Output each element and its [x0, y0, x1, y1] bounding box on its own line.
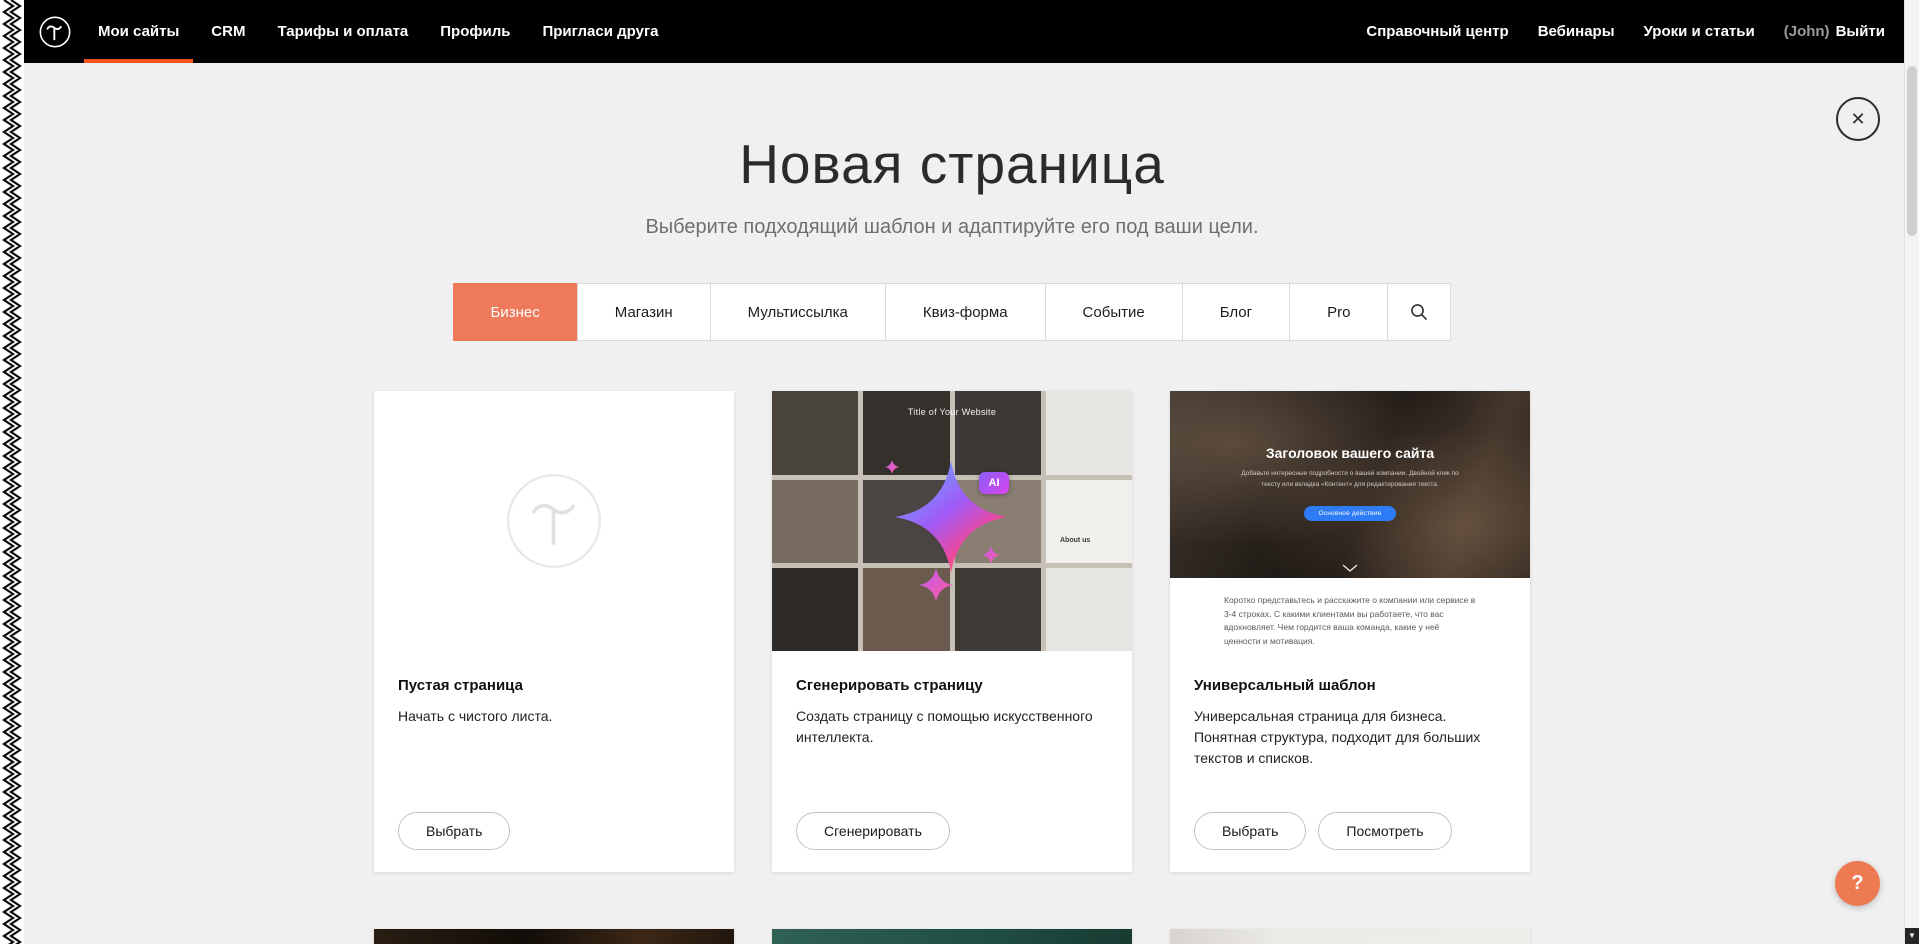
- new-page-dialog: ✕ Новая страница Выберите подходящий шаб…: [0, 63, 1904, 944]
- template-card-partial-2[interactable]: [772, 929, 1132, 944]
- card-title: Пустая страница: [398, 677, 710, 694]
- nav-item-invite-friend[interactable]: Пригласи друга: [542, 0, 658, 63]
- main-nav: Мои сайты CRM Тарифы и оплата Профиль Пр…: [98, 0, 659, 63]
- nav-item-tariffs[interactable]: Тарифы и оплата: [277, 0, 408, 63]
- template-card-partial-1[interactable]: [374, 929, 734, 944]
- tab-quiz-form[interactable]: Квиз-форма: [885, 283, 1046, 341]
- template-card-ai-generate[interactable]: Title of Your Website About us: [772, 391, 1132, 872]
- user-name-label: (John): [1784, 23, 1830, 40]
- card-description: Универсальная страница для бизнеса. Поня…: [1194, 706, 1506, 769]
- tab-search[interactable]: [1387, 283, 1451, 341]
- template-card-partial-3[interactable]: [1170, 929, 1530, 944]
- tilda-watermark-icon: [499, 466, 609, 576]
- preview-hero-section: Заголовок вашего сайта Добавьте интересн…: [1170, 391, 1530, 578]
- close-icon: ✕: [1850, 109, 1865, 130]
- page-title: Новая страница: [0, 133, 1904, 196]
- template-cards-row: Пустая страница Начать с чистого листа. …: [0, 391, 1904, 872]
- template-card-universal[interactable]: Заголовок вашего сайта Добавьте интересн…: [1170, 391, 1530, 872]
- scrollbar[interactable]: ▼: [1904, 0, 1919, 944]
- scrollbar-thumb[interactable]: [1907, 66, 1917, 236]
- zigzag-edge-decoration: [0, 0, 24, 944]
- chevron-down-icon: [1342, 564, 1358, 572]
- close-button[interactable]: ✕: [1836, 97, 1880, 141]
- card-description: Начать с чистого листа.: [398, 706, 710, 727]
- preview-body-text: Коротко представьтесь и расскажите о ком…: [1224, 594, 1476, 648]
- ai-sparkle-icon: [772, 391, 1132, 651]
- card-body: Пустая страница Начать с чистого листа. …: [374, 651, 734, 872]
- card-description: Создать страницу с помощью искусственног…: [796, 706, 1108, 748]
- preview-universal-button[interactable]: Посмотреть: [1318, 812, 1451, 850]
- template-cards-row-2: [0, 929, 1904, 944]
- search-icon: [1410, 303, 1428, 321]
- tab-blog[interactable]: Блог: [1182, 283, 1290, 341]
- user-logout[interactable]: (John) Выйти: [1784, 0, 1885, 63]
- secondary-nav: Справочный центр Вебинары Уроки и статьи…: [1366, 0, 1885, 63]
- tab-pro[interactable]: Pro: [1289, 283, 1388, 341]
- preview-hero-title: Заголовок вашего сайта: [1266, 445, 1434, 461]
- page-subtitle: Выберите подходящий шаблон и адаптируйте…: [0, 216, 1904, 239]
- nav-item-lessons[interactable]: Уроки и статьи: [1644, 0, 1755, 63]
- template-category-tabs: Бизнес Магазин Мультиссылка Квиз-форма С…: [0, 283, 1904, 341]
- help-button[interactable]: ?: [1835, 861, 1880, 906]
- top-nav: Мои сайты CRM Тарифы и оплата Профиль Пр…: [0, 0, 1904, 63]
- preview-hero-subtitle: Добавьте интересные подробности о вашей …: [1234, 469, 1466, 490]
- tab-shop[interactable]: Магазин: [577, 283, 711, 341]
- card-title: Универсальный шаблон: [1194, 677, 1506, 694]
- template-card-blank[interactable]: Пустая страница Начать с чистого листа. …: [374, 391, 734, 872]
- select-blank-button[interactable]: Выбрать: [398, 812, 510, 850]
- nav-item-profile[interactable]: Профиль: [440, 0, 510, 63]
- ai-badge: AI: [979, 472, 1009, 494]
- preview-hero-button: Основное действие: [1304, 506, 1397, 521]
- generate-button[interactable]: Сгенерировать: [796, 812, 950, 850]
- scroll-down-arrow[interactable]: ▼: [1905, 928, 1919, 944]
- nav-item-crm[interactable]: CRM: [211, 0, 245, 63]
- zigzag-line: [11, 0, 20, 944]
- card-body: Сгенерировать страницу Создать страницу …: [772, 651, 1132, 872]
- tab-multilink[interactable]: Мультиссылка: [710, 283, 886, 341]
- blank-page-preview: [374, 391, 734, 651]
- nav-item-my-sites[interactable]: Мои сайты: [98, 0, 179, 63]
- nav-item-help-center[interactable]: Справочный центр: [1366, 0, 1508, 63]
- preview-body-section: Коротко представьтесь и расскажите о ком…: [1170, 578, 1530, 651]
- nav-item-webinars[interactable]: Вебинары: [1538, 0, 1615, 63]
- card-body: Универсальный шаблон Универсальная стран…: [1170, 651, 1530, 872]
- logout-button[interactable]: Выйти: [1836, 23, 1885, 40]
- ai-generate-preview: Title of Your Website About us: [772, 391, 1132, 651]
- tab-business[interactable]: Бизнес: [453, 283, 578, 341]
- tab-event[interactable]: Событие: [1045, 283, 1183, 341]
- select-universal-button[interactable]: Выбрать: [1194, 812, 1306, 850]
- tilda-logo[interactable]: [38, 15, 72, 49]
- card-title: Сгенерировать страницу: [796, 677, 1108, 694]
- question-mark-icon: ?: [1851, 872, 1863, 895]
- universal-template-preview: Заголовок вашего сайта Добавьте интересн…: [1170, 391, 1530, 651]
